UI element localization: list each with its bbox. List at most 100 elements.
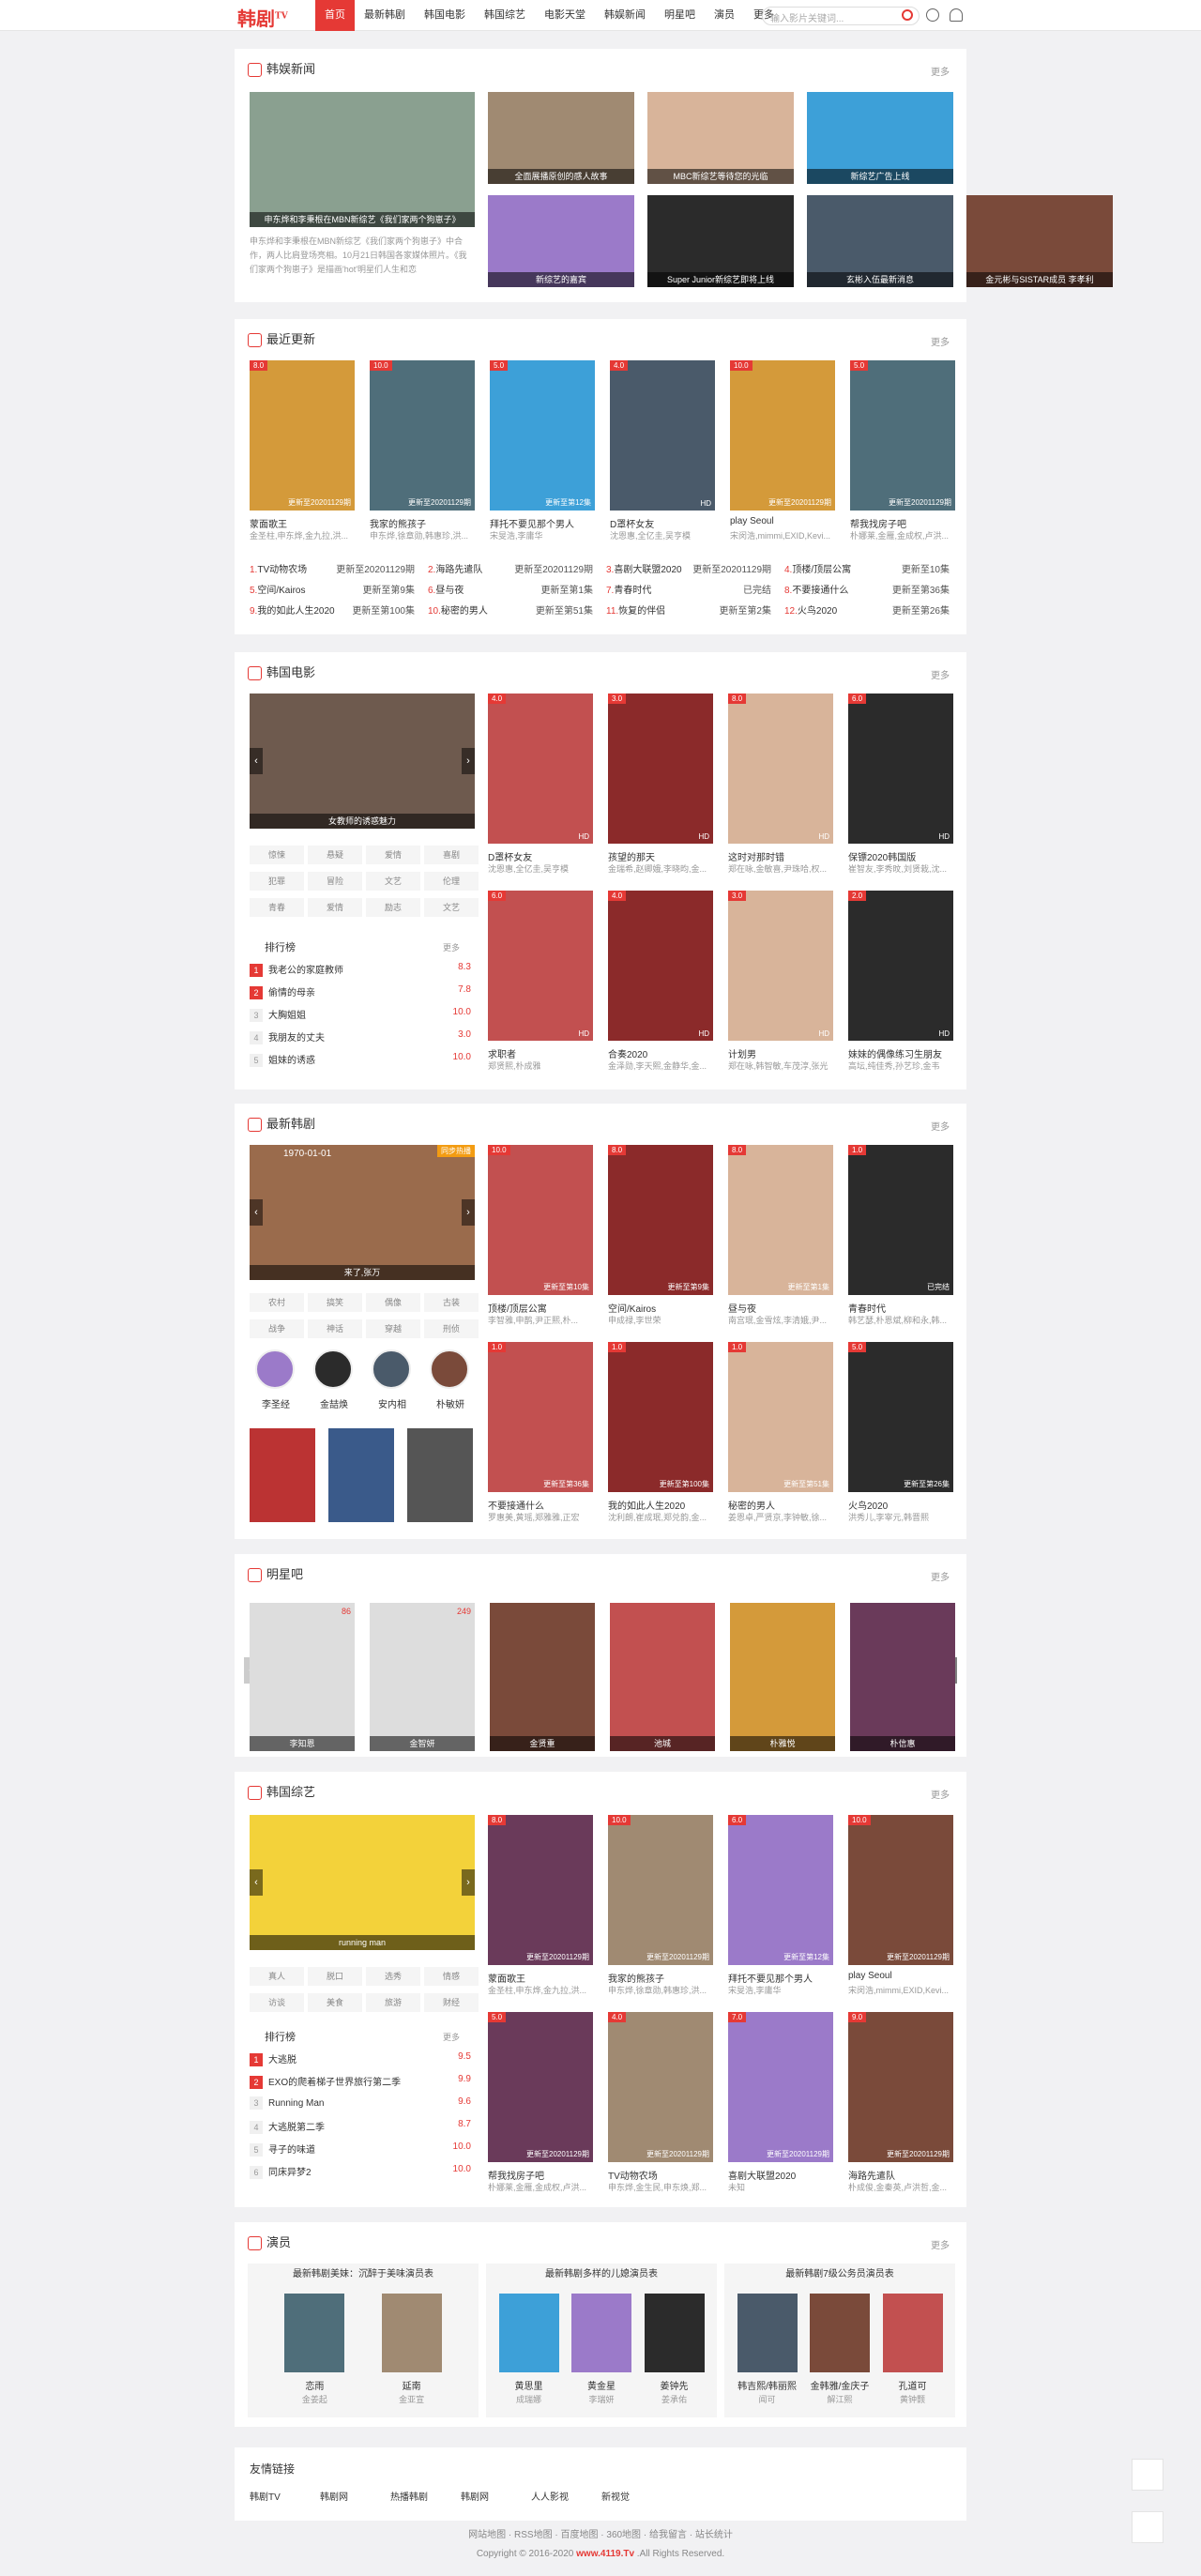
poster-card[interactable]: 3.0 HD [608,694,713,844]
history-icon[interactable] [926,8,939,22]
friend-link[interactable]: 人人影视 [531,2489,569,2503]
news-main-image[interactable]: 申东烨和李秉根在MBN新综艺《我们家两个狗崽子》 [250,92,475,227]
rank-name[interactable]: 大逃脱第二季 [268,2123,325,2133]
poster-title[interactable]: 我家的熊孩子 [608,1971,713,1985]
genre-tag[interactable]: 冒险 [308,872,362,891]
drama-more-link[interactable]: 更多 [931,1119,950,1133]
poster-title[interactable]: play Seoul [730,516,835,526]
poster-title[interactable]: 保镖2020韩国版 [848,849,953,863]
star-card[interactable]: 金贤重 [490,1603,595,1751]
friend-link[interactable]: 热播韩剧 [390,2489,428,2503]
poster-card[interactable]: 10.0 更新至20201129期 [370,360,475,511]
poster-card[interactable]: 10.0 更新至第10集 [488,1145,593,1295]
drama-thumb[interactable] [250,1428,315,1522]
episode-item[interactable]: 6.昼与夜 更新至第1集 [428,582,593,596]
poster-title[interactable]: 秘密的男人 [728,1498,833,1512]
variety-more-link[interactable]: 更多 [931,1787,950,1801]
actor-avatar[interactable] [313,1349,353,1389]
actor-name[interactable]: 朴敏妍 [422,1396,479,1410]
next-arrow[interactable]: › [462,1199,475,1226]
variety-slide[interactable]: running man ‹ › [250,1815,475,1950]
rank-item[interactable]: 4 大逃脱第二季 8.7 [250,2119,471,2134]
genre-tag[interactable]: 穿越 [366,1319,420,1338]
poster-title[interactable]: 蒙面歌王 [250,516,355,530]
poster-card[interactable]: 8.0 更新至第1集 [728,1145,833,1295]
drama-thumb[interactable] [328,1428,394,1522]
episode-item[interactable]: 11.恢复的伴侣 更新至第2集 [606,602,771,617]
genre-tag[interactable]: 文艺 [366,872,420,891]
genre-tag[interactable]: 美食 [308,1993,362,2012]
rank-name[interactable]: 大胸姐姐 [268,1011,306,1021]
poster-card[interactable]: 8.0 更新至第9集 [608,1145,713,1295]
search-icon[interactable] [902,9,913,21]
nav-item-4[interactable]: 电影天堂 [535,0,595,31]
genre-tag[interactable]: 真人 [250,1967,304,1986]
star-card[interactable]: 朴信惠 [850,1603,955,1751]
poster-title[interactable]: 空间/Kairos [608,1301,713,1315]
actor-name[interactable]: 金韩雅/金庆子 [800,2378,879,2392]
genre-tag[interactable]: 搞笑 [308,1293,362,1312]
friend-link[interactable]: 韩剧网 [320,2489,348,2503]
prev-arrow[interactable]: ‹ [250,1199,263,1226]
poster-title[interactable]: 昼与夜 [728,1301,833,1315]
poster-card[interactable]: 6.0 更新至第12集 [728,1815,833,1965]
rank-item[interactable]: 5 寻子的味道 10.0 [250,2142,471,2157]
actor-photo[interactable] [381,2294,442,2372]
friend-link[interactable]: 新视觉 [601,2489,630,2503]
user-icon[interactable] [950,8,963,22]
poster-title[interactable]: 拜托不要见那个男人 [490,516,595,530]
poster-card[interactable]: 1.0 更新至第51集 [728,1342,833,1492]
rank-name[interactable]: 偷情的母亲 [268,988,315,998]
star-card[interactable]: 李知恩 86 [250,1603,355,1751]
rank-name[interactable]: 我老公的家庭教师 [268,966,343,976]
poster-card[interactable]: 5.0 更新至20201129期 [850,360,955,511]
poster-card[interactable]: 2.0 HD [848,891,953,1041]
actor-photo[interactable] [571,2294,631,2372]
episode-name[interactable]: 火鸟2020 [798,606,837,617]
nav-item-3[interactable]: 韩国综艺 [475,0,535,31]
nav-item-0[interactable]: 首页 [315,0,355,31]
actor-photo[interactable] [498,2294,559,2372]
rank-name[interactable]: 大逃脱 [268,2055,296,2065]
actor-avatar[interactable] [430,1349,469,1389]
actor-photo[interactable] [284,2294,345,2372]
drama-slide[interactable]: 1970-01-01 同步热播 来了,张万 ‹ › [250,1145,475,1280]
actor-name[interactable]: 姜钟先 [635,2378,714,2392]
episode-item[interactable]: 1.TV动物农场 更新至20201129期 [250,561,415,575]
episode-name[interactable]: 秘密的男人 [441,606,488,617]
rank-name[interactable]: 寻子的味道 [268,2145,315,2156]
genre-tag[interactable]: 神话 [308,1319,362,1338]
poster-card[interactable]: 6.0 HD [848,694,953,844]
poster-card[interactable]: 4.0 HD [608,891,713,1041]
poster-title[interactable]: 帮我找房子吧 [850,516,955,530]
star-card[interactable]: 池城 [610,1603,715,1751]
stars-more-link[interactable]: 更多 [931,1569,950,1583]
poster-card[interactable]: 1.0 已完结 [848,1145,953,1295]
friend-link[interactable]: 韩剧TV [250,2489,281,2503]
prev-arrow[interactable]: ‹ [250,748,263,774]
genre-tag[interactable]: 情感 [424,1967,479,1986]
poster-card[interactable]: 7.0 更新至20201129期 [728,2012,833,2162]
genre-tag[interactable]: 惊悚 [250,846,304,864]
recent-more-link[interactable]: 更多 [931,334,950,348]
poster-card[interactable]: 4.0 HD [488,694,593,844]
poster-title[interactable]: 喜剧大联盟2020 [728,2168,833,2182]
news-item[interactable]: MBC新综艺等待您的光临 [647,92,794,184]
actor-name[interactable]: 金喆焕 [306,1396,362,1410]
actor-group-title[interactable]: 最新韩剧多样的儿媳演员表 [486,2264,717,2286]
actor-name[interactable]: 安内相 [364,1396,420,1410]
genre-tag[interactable]: 犯罪 [250,872,304,891]
poster-card[interactable]: 8.0 HD [728,694,833,844]
actor-name[interactable]: 黄金星 [562,2378,641,2392]
episode-name[interactable]: TV动物农场 [257,565,307,575]
rank-name[interactable]: 同床异梦2 [268,2168,312,2178]
poster-title[interactable]: 海路先遣队 [848,2168,953,2182]
genre-tag[interactable]: 喜剧 [424,846,479,864]
genre-tag[interactable]: 访谈 [250,1993,304,2012]
actor-name[interactable]: 韩吉熙/韩丽熙 [728,2378,807,2392]
poster-title[interactable]: 蒙面歌王 [488,1971,593,1985]
actor-photo[interactable] [810,2294,870,2372]
news-more-link[interactable]: 更多 [931,64,950,78]
poster-title[interactable]: 我的如此人生2020 [608,1498,713,1512]
rank-item[interactable]: 4 我朋友的丈夫 3.0 [250,1029,471,1044]
